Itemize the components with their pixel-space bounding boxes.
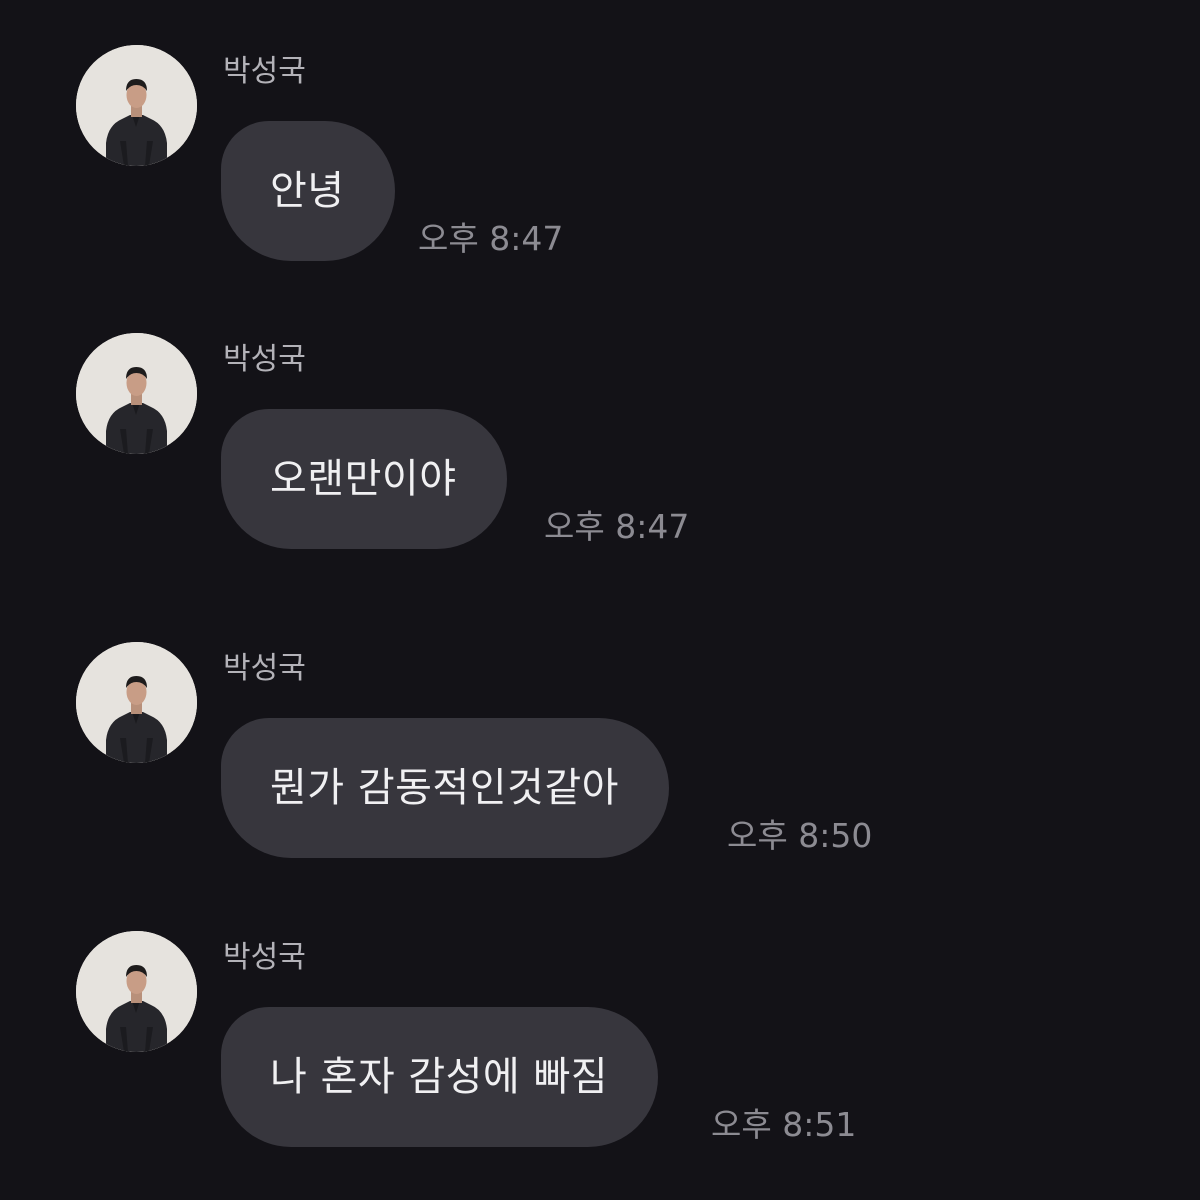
profile-photo-icon [76,931,197,1052]
message-bubble[interactable]: 안녕 [221,121,395,261]
message-timestamp: 오후 8:47 [418,219,564,258]
sender-avatar[interactable] [76,642,197,763]
message-text: 안녕 [270,168,345,214]
chat-message: 박성국 뭔가 감동적인것같아 오후 8:50 [0,597,1200,877]
message-timestamp: 오후 8:50 [727,816,873,855]
sender-name: 박성국 [223,342,306,377]
sender-avatar[interactable] [76,931,197,1052]
sender-name: 박성국 [223,651,306,686]
profile-photo-icon [76,642,197,763]
chat-message: 박성국 오랜만이야 오후 8:47 [0,288,1200,568]
profile-photo-icon [76,333,197,454]
sender-avatar[interactable] [76,333,197,454]
chat-message: 박성국 나 혼자 감성에 빠짐 오후 8:51 [0,886,1200,1166]
message-timestamp: 오후 8:47 [544,507,690,546]
chat-message: 박성국 안녕 오후 8:47 [0,0,1200,280]
message-text: 나 혼자 감성에 빠짐 [270,1054,609,1100]
message-text: 오랜만이야 [270,456,457,502]
message-text: 뭔가 감동적인것같아 [270,765,619,811]
profile-photo-icon [76,45,197,166]
message-bubble[interactable]: 오랜만이야 [221,409,507,549]
sender-avatar[interactable] [76,45,197,166]
message-bubble[interactable]: 나 혼자 감성에 빠짐 [221,1007,659,1147]
sender-name: 박성국 [223,940,306,975]
message-timestamp: 오후 8:51 [711,1105,857,1144]
message-bubble[interactable]: 뭔가 감동적인것같아 [221,718,669,858]
sender-name: 박성국 [223,54,306,89]
